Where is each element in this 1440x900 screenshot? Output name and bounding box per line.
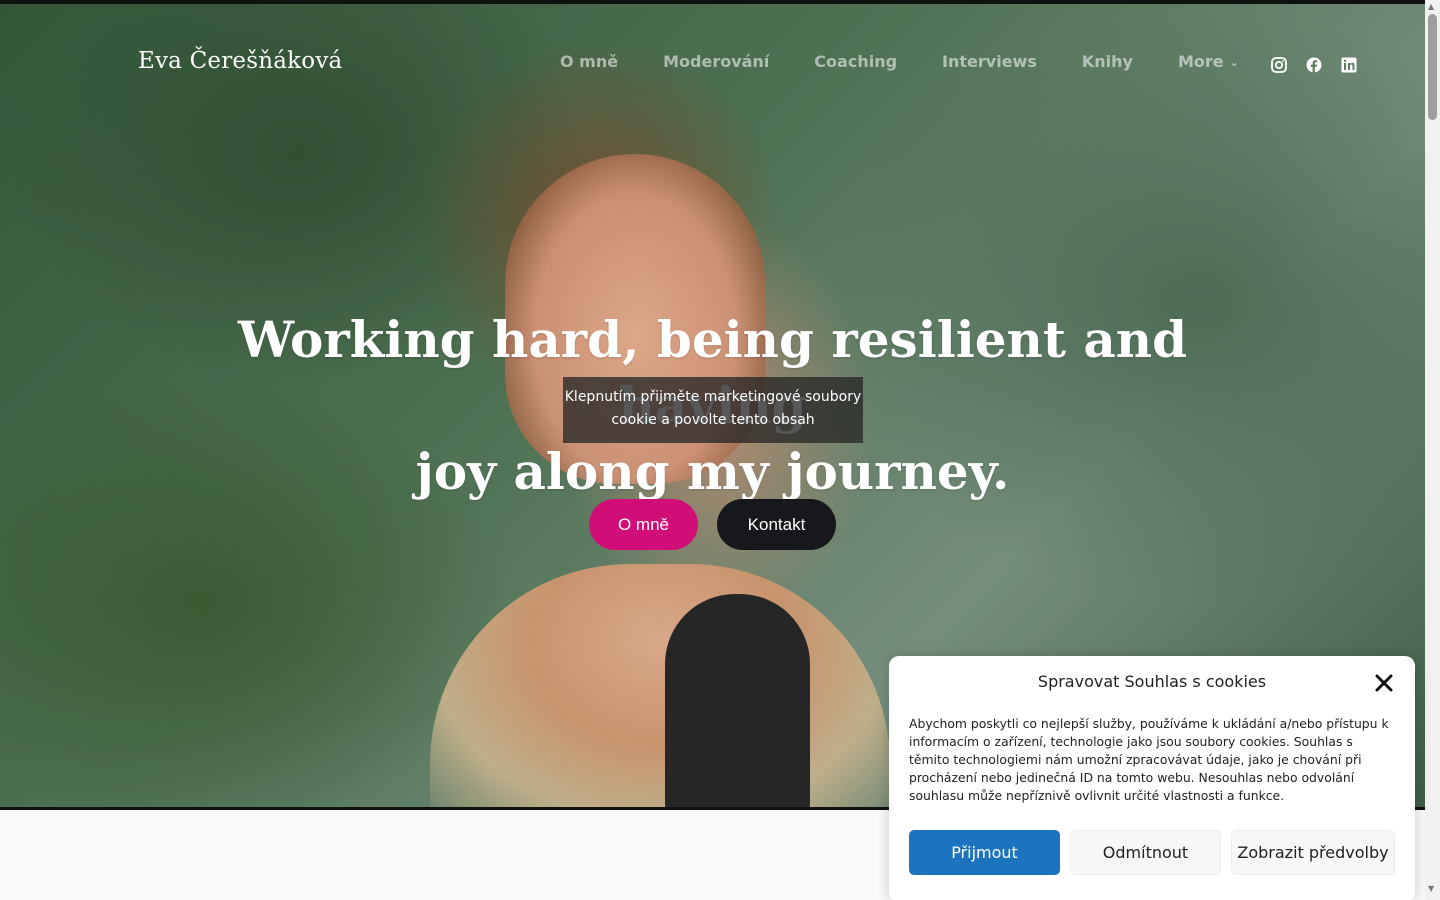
social-links	[1270, 56, 1358, 74]
site-brand[interactable]: Eva Čerešňáková	[138, 48, 342, 74]
deny-cookies-button[interactable]: Odmítnout	[1070, 830, 1221, 875]
scroll-down-arrow-icon[interactable]: ▼	[1428, 884, 1434, 893]
facebook-icon[interactable]	[1305, 56, 1323, 74]
cookie-blocked-content-notice[interactable]: Klepnutím přijměte marketingové soubory …	[563, 377, 863, 443]
nav-item-more[interactable]: More ⌄	[1178, 52, 1239, 71]
accept-cookies-button[interactable]: Přijmout	[909, 830, 1060, 875]
cookie-dialog-text: Abychom poskytli co nejlepší služby, pou…	[909, 716, 1389, 803]
hero-headline-line2: joy along my journey.	[415, 442, 1010, 501]
chevron-down-icon: ⌄	[1229, 56, 1239, 69]
cookie-consent-dialog: Spravovat Souhlas s cookies Abychom posk…	[889, 656, 1415, 900]
linkedin-icon[interactable]	[1340, 56, 1358, 74]
nav-item-coaching[interactable]: Coaching	[814, 52, 897, 71]
view-preferences-button[interactable]: Zobrazit předvolby	[1231, 830, 1395, 875]
microphone-image	[665, 594, 810, 807]
site-header: Eva Čerešňáková O mně Moderování Coachin…	[0, 4, 1425, 124]
about-button[interactable]: O mně	[589, 499, 698, 550]
nav-item-label: More	[1177, 52, 1224, 71]
nav-item-books[interactable]: Knihy	[1082, 52, 1133, 71]
nav-item-interviews[interactable]: Interviews	[942, 52, 1037, 71]
nav-item-label: Coaching	[814, 52, 898, 71]
instagram-icon[interactable]	[1270, 56, 1288, 74]
close-icon[interactable]	[1373, 672, 1395, 694]
nav-item-moderating[interactable]: Moderování	[663, 52, 769, 71]
nav-item-label: Interviews	[942, 52, 1037, 71]
contact-button[interactable]: Kontakt	[717, 499, 836, 550]
scroll-up-arrow-icon[interactable]: ▲	[1428, 2, 1434, 11]
nav-item-label: Moderování	[663, 52, 770, 71]
cookie-dialog-title: Spravovat Souhlas s cookies	[1037, 672, 1267, 691]
scrollbar-thumb[interactable]	[1428, 14, 1437, 120]
nav-item-label: O mně	[560, 52, 619, 71]
main-nav: O mně Moderování Coaching Interviews Kni…	[560, 52, 1239, 71]
page-scrollbar[interactable]: ▲ ▼	[1425, 0, 1440, 900]
nav-item-about[interactable]: O mně	[560, 52, 618, 71]
nav-item-label: Knihy	[1081, 52, 1133, 71]
